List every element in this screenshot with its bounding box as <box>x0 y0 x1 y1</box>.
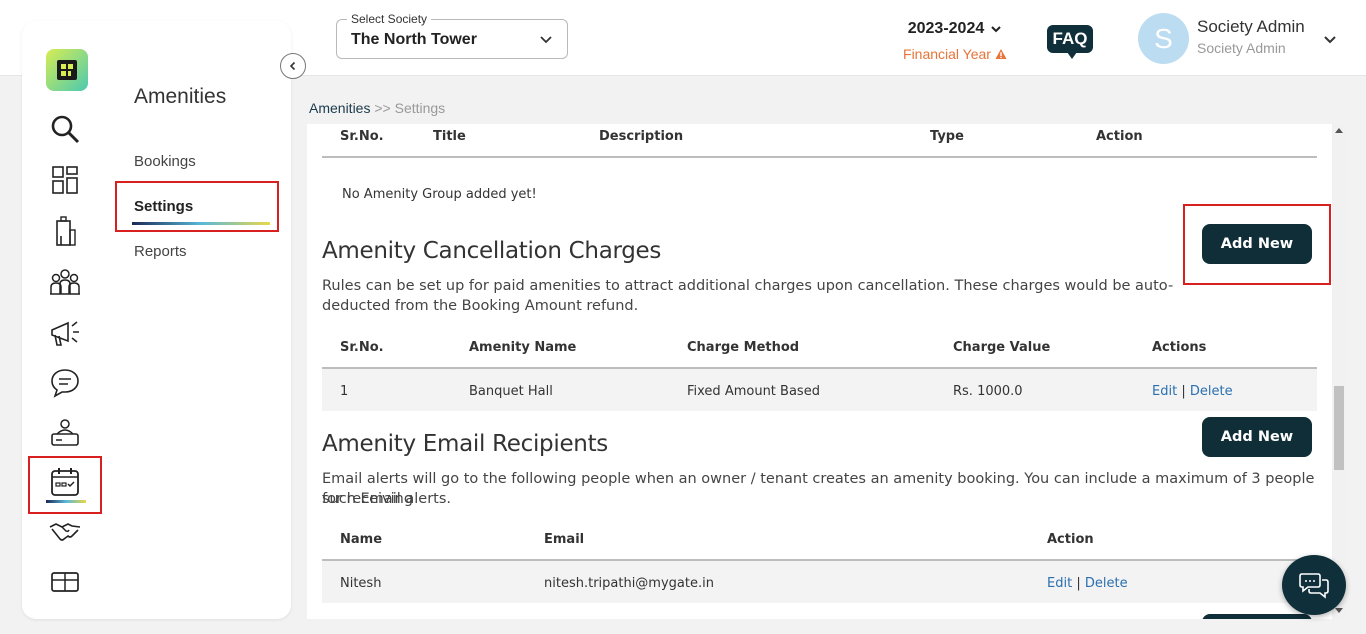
announcement-icon[interactable] <box>48 316 82 350</box>
recipient-header-action: Action <box>1047 532 1094 547</box>
recipient-header-email: Email <box>544 532 585 547</box>
sidebar: Amenities Bookings Settings Reports <box>22 21 306 619</box>
storage-icon[interactable] <box>48 565 82 599</box>
table-divider <box>322 156 1317 158</box>
next-button-partial[interactable] <box>1202 614 1312 619</box>
recipient-cell-actions: Edit | Delete <box>1047 576 1128 591</box>
group-header-description: Description <box>599 129 684 144</box>
group-header-srno: Sr.No. <box>340 129 384 144</box>
group-header-type: Type <box>930 129 964 144</box>
cancel-header-actions: Actions <box>1152 340 1207 355</box>
empty-state-text: No Amenity Group added yet! <box>342 187 537 202</box>
cancellation-title: Amenity Cancellation Charges <box>322 238 662 264</box>
chevron-down-icon <box>991 26 1001 33</box>
support-chat-button[interactable] <box>1282 555 1346 615</box>
sidebar-item-reports[interactable]: Reports <box>134 243 187 260</box>
financial-year-selector[interactable]: 2023-2024 Financial Year <box>900 20 1010 62</box>
recipients-description-line-2: such Email alerts. <box>322 491 451 507</box>
breadcrumb: Amenities >> Settings <box>309 100 445 116</box>
scroll-up-arrow[interactable] <box>1335 128 1343 133</box>
helpdesk-icon[interactable] <box>48 416 82 450</box>
search-icon[interactable] <box>48 112 82 146</box>
cancel-cell-actions: Edit | Delete <box>1152 384 1233 399</box>
cancel-header-srno: Sr.No. <box>340 340 384 355</box>
recipient-cell-email: nitesh.tripathi@mygate.in <box>544 576 714 591</box>
user-role: Society Admin <box>1197 40 1286 56</box>
cancel-header-amenity: Amenity Name <box>469 340 577 355</box>
recipient-cell-name: Nitesh <box>340 576 382 591</box>
action-separator: | <box>1181 384 1186 399</box>
cancel-cell-method: Fixed Amount Based <box>687 384 820 399</box>
chat-icon[interactable] <box>48 366 82 400</box>
cancel-cell-amenity: Banquet Hall <box>469 384 553 399</box>
society-select-value: The North Tower <box>351 31 477 48</box>
recipients-description-line-1: Email alerts will go to the following pe… <box>322 471 1315 507</box>
content-scrollbar[interactable] <box>1332 124 1346 619</box>
sidebar-item-bookings[interactable]: Bookings <box>134 153 196 170</box>
financial-year-value: 2023-2024 <box>907 20 985 37</box>
active-nav-indicator <box>46 500 86 503</box>
edit-link[interactable]: Edit <box>1152 384 1177 399</box>
chat-bubbles-icon <box>1299 573 1329 599</box>
logo-icon <box>57 60 77 80</box>
scroll-down-arrow[interactable] <box>1335 608 1343 613</box>
active-subnav-highlight <box>115 181 279 232</box>
financial-year-label: Financial Year <box>903 46 991 62</box>
chevron-left-icon <box>289 61 296 71</box>
society-select-label: Select Society <box>347 12 432 26</box>
breadcrumb-current: >> Settings <box>374 100 446 116</box>
delete-link[interactable]: Delete <box>1085 576 1128 591</box>
chevron-down-icon[interactable] <box>1322 31 1338 47</box>
section-title: Amenities <box>134 85 227 108</box>
cancel-header-method: Charge Method <box>687 340 800 355</box>
breadcrumb-root[interactable]: Amenities <box>309 100 370 116</box>
cancel-header-value: Charge Value <box>953 340 1051 355</box>
scrollbar-thumb[interactable] <box>1334 386 1344 470</box>
faq-button[interactable]: FAQ <box>1047 25 1093 59</box>
cancellation-description-line-1: Rules can be set up for paid amenities t… <box>322 278 1174 294</box>
building-icon[interactable] <box>48 214 82 248</box>
handshake-icon[interactable] <box>48 515 82 549</box>
edit-link[interactable]: Edit <box>1047 576 1072 591</box>
active-nav-highlight <box>28 456 102 514</box>
table-row <box>322 561 1317 603</box>
collapse-sidebar-button[interactable] <box>280 53 306 79</box>
recipient-header-name: Name <box>340 532 383 547</box>
add-recipient-button[interactable]: Add New <box>1202 417 1312 457</box>
warning-icon <box>995 49 1007 59</box>
add-button-highlight <box>1183 204 1331 285</box>
settings-content: Sr.No. Title Description Type Action No … <box>307 124 1332 619</box>
cancel-cell-value: Rs. 1000.0 <box>953 384 1023 399</box>
group-header-action: Action <box>1096 129 1143 144</box>
delete-link[interactable]: Delete <box>1190 384 1233 399</box>
avatar[interactable]: S <box>1138 13 1189 64</box>
cancellation-description-line-2: deducted from the Booking Amount refund. <box>322 298 639 314</box>
action-separator: | <box>1076 576 1081 591</box>
app-logo[interactable] <box>46 49 88 91</box>
society-select[interactable]: Select Society The North Tower <box>336 12 568 59</box>
recipients-title: Amenity Email Recipients <box>322 431 608 457</box>
group-header-title: Title <box>433 129 466 144</box>
chevron-down-icon <box>540 36 552 44</box>
cancel-cell-srno: 1 <box>340 384 349 399</box>
dashboard-icon[interactable] <box>48 163 82 197</box>
community-icon[interactable] <box>48 265 82 299</box>
user-name: Society Admin <box>1197 17 1305 36</box>
